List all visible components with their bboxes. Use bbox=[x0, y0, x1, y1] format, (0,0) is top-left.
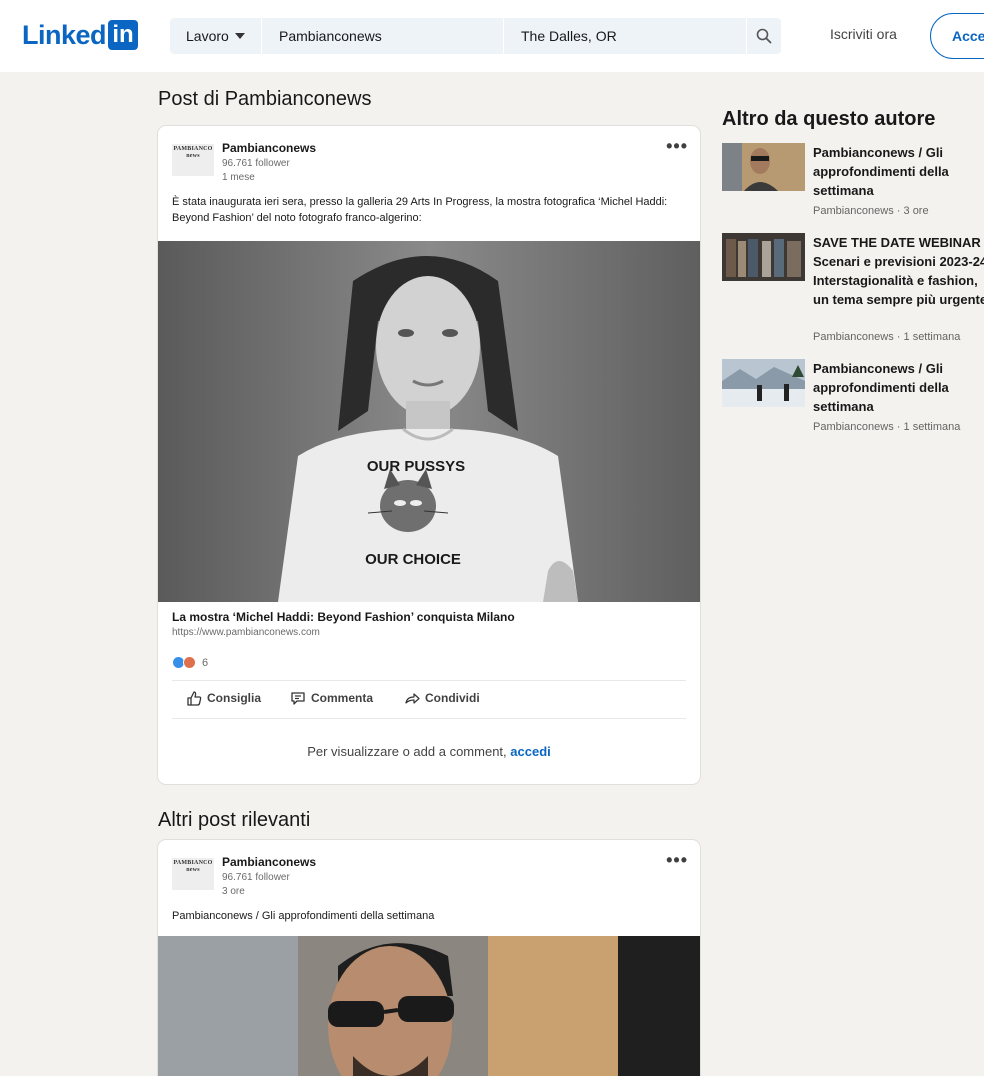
jobs-dropdown[interactable]: Lavoro bbox=[170, 18, 262, 54]
rail-thumbnail-image bbox=[722, 233, 805, 281]
rail-item-time: 1 settimana bbox=[903, 331, 961, 343]
reactions-summary[interactable]: 6 bbox=[172, 656, 208, 669]
post-image[interactable]: OUR PUSSYS OUR CHOICE bbox=[158, 241, 700, 602]
article-title[interactable]: La mostra ‘Michel Haddi: Beyond Fashion’… bbox=[172, 610, 515, 624]
related-post-card: PAMBIANCO news Pambianconews 96.761 foll… bbox=[158, 840, 700, 1076]
more-icon[interactable]: ••• bbox=[666, 136, 688, 157]
post-time: 3 ore bbox=[222, 886, 245, 897]
linkedin-logo[interactable]: Linked in bbox=[22, 20, 139, 50]
meta-separator: · bbox=[896, 421, 901, 433]
comment-button[interactable]: Commenta bbox=[290, 690, 373, 706]
rail-item-author: Pambianconews bbox=[813, 421, 894, 433]
love-reaction-icon bbox=[183, 656, 196, 669]
reaction-count: 6 bbox=[202, 656, 209, 669]
sign-in-button[interactable]: Accedi bbox=[930, 13, 984, 59]
rail-item-author: Pambianconews bbox=[813, 205, 894, 217]
rail-thumbnail bbox=[722, 233, 805, 281]
rail-thumbnail bbox=[722, 143, 805, 191]
author-name[interactable]: Pambianconews bbox=[222, 855, 316, 869]
rail-item-time: 1 settimana bbox=[903, 421, 961, 433]
shirt-text-bottom: OUR CHOICE bbox=[365, 551, 461, 568]
more-icon[interactable]: ••• bbox=[666, 850, 688, 871]
rail-item-time: 3 ore bbox=[903, 205, 929, 217]
post-card: PAMBIANCO news Pambianconews 96.761 foll… bbox=[158, 126, 700, 784]
location-input[interactable] bbox=[504, 18, 746, 54]
author-avatar[interactable]: PAMBIANCO news bbox=[172, 858, 214, 890]
post-commentary: Pambianconews / Gli approfondimenti dell… bbox=[172, 910, 435, 922]
signin-prompt: Per visualizzare o add a comment, accedi bbox=[158, 744, 700, 759]
keyword-input[interactable] bbox=[262, 18, 504, 54]
signin-prompt-text: Per visualizzare o add a comment, bbox=[307, 744, 507, 759]
post-photo bbox=[158, 936, 700, 1076]
signin-link[interactable]: accedi bbox=[510, 744, 550, 759]
author-followers: 96.761 follower bbox=[222, 872, 290, 883]
rail-thumbnail-image bbox=[722, 359, 805, 407]
rail-item-meta: Pambianconews · 1 settimana bbox=[813, 331, 960, 343]
rail-item-meta: Pambianconews · 1 settimana bbox=[813, 421, 960, 433]
search-button[interactable] bbox=[746, 18, 781, 54]
job-search-bar: Lavoro bbox=[170, 18, 781, 54]
author-avatar-text: PAMBIANCO news bbox=[173, 146, 213, 159]
comment-label: Commenta bbox=[311, 691, 374, 705]
shirt-text-top: OUR PUSSYS bbox=[367, 458, 465, 475]
caret-down-icon bbox=[234, 33, 245, 39]
divider bbox=[172, 680, 686, 681]
rail-item-title: Pambianconews / Gli approfondimenti dell… bbox=[813, 145, 949, 198]
rail-thumbnail bbox=[722, 359, 805, 407]
top-nav: Linked in Lavoro Iscriviti ora Accedi bbox=[0, 0, 984, 72]
rail-thumbnail-image bbox=[722, 143, 805, 191]
section-title-posts: Post di Pambianconews bbox=[158, 88, 372, 110]
rail-item[interactable]: Pambianconews / Gli approfondimenti dell… bbox=[722, 359, 984, 439]
author-avatar-text: PAMBIANCO news bbox=[173, 860, 213, 873]
author-followers: 96.761 follower bbox=[222, 158, 290, 169]
rail-item-meta: Pambianconews · 3 ore bbox=[813, 205, 929, 217]
post-photo: OUR PUSSYS OUR CHOICE bbox=[158, 241, 700, 602]
post-time: 1 mese bbox=[222, 172, 255, 183]
share-button[interactable]: Condividi bbox=[404, 690, 480, 706]
rail-title: Altro da questo autore bbox=[722, 108, 936, 130]
post-image[interactable] bbox=[158, 936, 700, 1076]
like-icon bbox=[187, 691, 202, 706]
share-icon bbox=[405, 693, 420, 704]
rail-item-author: Pambianconews bbox=[813, 331, 894, 343]
section-title-related: Altri post rilevanti bbox=[158, 809, 311, 831]
author-avatar[interactable]: PAMBIANCO news bbox=[172, 144, 214, 176]
logo-word: Linked bbox=[22, 20, 107, 50]
rail-item[interactable]: Pambianconews / Gli approfondimenti dell… bbox=[722, 143, 984, 223]
rail-item-title: Pambianconews / Gli approfondimenti dell… bbox=[813, 361, 949, 414]
logo-in-box: in bbox=[108, 20, 139, 50]
join-now-link[interactable]: Iscriviti ora bbox=[830, 26, 897, 42]
like-label: Consiglia bbox=[207, 691, 262, 705]
comment-icon bbox=[291, 692, 305, 705]
meta-separator: · bbox=[896, 205, 901, 217]
share-label: Condividi bbox=[425, 691, 480, 705]
meta-separator: · bbox=[896, 331, 901, 343]
rail-item-title: SAVE THE DATE WEBINAR Scenari e previsio… bbox=[813, 235, 984, 307]
search-icon bbox=[756, 28, 772, 44]
author-name[interactable]: Pambianconews bbox=[222, 141, 316, 155]
rail-item[interactable]: SAVE THE DATE WEBINAR Scenari e previsio… bbox=[722, 233, 984, 348]
jobs-dropdown-label: Lavoro bbox=[186, 28, 229, 44]
like-button[interactable]: Consiglia bbox=[186, 690, 261, 706]
article-url[interactable]: https://www.pambianconews.com bbox=[172, 627, 320, 638]
post-commentary: È stata inaugurata ieri sera, presso la … bbox=[172, 196, 668, 224]
divider bbox=[172, 718, 686, 719]
